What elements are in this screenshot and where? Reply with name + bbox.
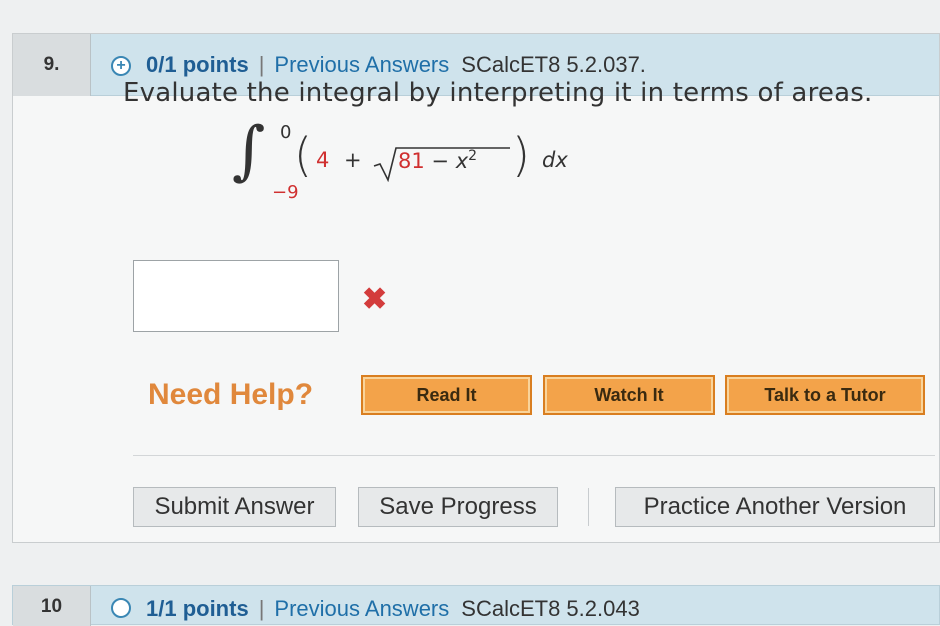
next-expand-plus-icon[interactable] bbox=[111, 598, 131, 618]
submit-answer-button[interactable]: Submit Answer bbox=[133, 487, 336, 527]
previous-answers-link[interactable]: Previous Answers bbox=[274, 52, 449, 77]
radicand: 81 − x2 bbox=[398, 148, 478, 173]
read-it-button[interactable]: Read It bbox=[361, 375, 532, 415]
differential: dx bbox=[542, 148, 568, 172]
right-paren: ) bbox=[512, 128, 530, 182]
next-previous-answers-link[interactable]: Previous Answers bbox=[274, 596, 449, 621]
next-points-label: 1/1 points bbox=[146, 596, 249, 621]
question-number: 9. bbox=[13, 34, 91, 96]
next-header-text: 1/1 points | Previous Answers SCalcET8 5.2.… bbox=[146, 596, 640, 622]
square-root: 81 − x2 bbox=[372, 146, 512, 182]
integral-expression: ∫ 0 −9 ( 4 + 81 − x2 ) dx bbox=[232, 114, 592, 203]
practice-another-version-button[interactable]: Practice Another Version bbox=[615, 487, 935, 527]
save-progress-button[interactable]: Save Progress bbox=[358, 487, 558, 527]
constant-term: 4 bbox=[316, 148, 330, 172]
button-separator bbox=[588, 488, 589, 526]
header-text: 0/1 points | Previous Answers SCalcET8 5.2.… bbox=[146, 52, 646, 78]
integral-sign-icon: ∫ bbox=[232, 114, 266, 188]
points-label: 0/1 points bbox=[146, 52, 249, 77]
next-header-separator: | bbox=[258, 596, 265, 621]
question-prompt: Evaluate the integral by interpreting it… bbox=[123, 78, 873, 108]
need-help-label: Need Help? bbox=[148, 378, 314, 411]
divider bbox=[133, 455, 935, 456]
left-paren: ( bbox=[294, 128, 312, 182]
problem-code: SCalcET8 5.2.037. bbox=[461, 52, 646, 77]
header-separator: | bbox=[258, 52, 265, 77]
watch-it-button[interactable]: Watch It bbox=[543, 375, 715, 415]
next-problem-code: SCalcET8 5.2.043 bbox=[461, 596, 640, 621]
upper-limit: 0 bbox=[280, 122, 292, 143]
next-question-header: 10 1/1 points | Previous Answers SCalcET8 5… bbox=[12, 585, 940, 626]
next-question-number: 10 bbox=[13, 586, 91, 626]
plus-sign: + bbox=[344, 148, 362, 172]
expand-plus-icon[interactable]: + bbox=[111, 56, 131, 76]
x-mark-icon: ✖ bbox=[362, 283, 388, 316]
answer-input[interactable] bbox=[133, 260, 339, 332]
talk-to-tutor-button[interactable]: Talk to a Tutor bbox=[725, 375, 925, 415]
lower-limit: −9 bbox=[272, 182, 299, 203]
